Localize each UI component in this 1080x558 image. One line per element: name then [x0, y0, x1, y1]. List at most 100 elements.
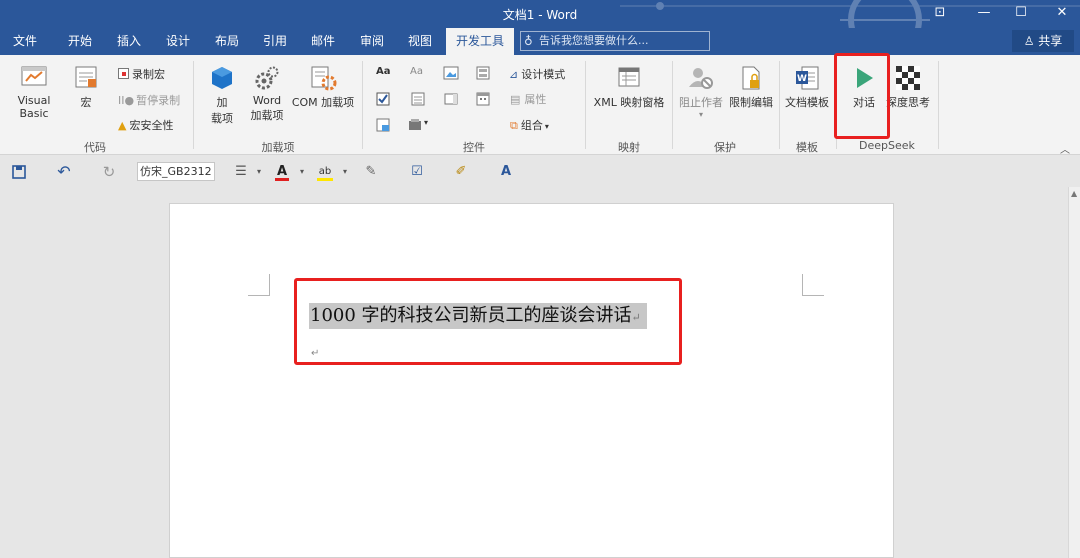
group-label-addins: 加载项	[261, 141, 295, 154]
tab-mailings[interactable]: 邮件	[304, 28, 342, 55]
tab-design[interactable]: 设计	[159, 28, 197, 55]
tab-file[interactable]: 文件	[6, 28, 44, 55]
chevron-down-icon[interactable]: ▾	[293, 163, 311, 181]
share-button[interactable]: ♙ 共享	[1012, 30, 1074, 52]
group-separator	[193, 61, 194, 149]
tab-insert[interactable]: 插入	[110, 28, 148, 55]
person-icon: ♙	[1023, 34, 1035, 48]
format-painter-icon[interactable]: ✐	[452, 163, 470, 181]
record-macro-button[interactable]: 录制宏	[118, 66, 165, 82]
chevron-down-icon[interactable]: ▾	[250, 163, 268, 181]
ribbon-display-options-button[interactable]: ⊡	[918, 0, 962, 28]
vertical-scrollbar[interactable]: ▲	[1068, 187, 1080, 558]
visual-basic-icon	[21, 66, 47, 86]
design-mode-button[interactable]: ⊿ 设计模式	[509, 66, 565, 82]
picture-control-icon[interactable]	[443, 65, 459, 81]
macros-icon	[75, 66, 97, 88]
crop-mark-top-left	[248, 274, 270, 296]
group-separator	[779, 61, 780, 149]
checkbox-control-icon[interactable]	[375, 91, 391, 107]
bullet-list-icon[interactable]: ☰	[232, 163, 250, 181]
group-label-mapping: 映射	[618, 141, 640, 154]
properties-button[interactable]: ▤ 属性	[510, 91, 546, 107]
highlight-box-text	[294, 278, 682, 365]
gear-icon	[255, 66, 279, 90]
com-addins-icon	[311, 66, 337, 91]
macro-security-button[interactable]: ▲ 宏安全性	[118, 117, 173, 133]
tab-review[interactable]: 审阅	[353, 28, 391, 55]
tell-me-search-input[interactable]: ♁ 告诉我您想要做什么...	[520, 31, 710, 51]
group-label-deepseek: DeepSeek	[859, 139, 915, 152]
combo-box-control-icon[interactable]	[410, 91, 426, 107]
macros-button[interactable]: 宏	[70, 65, 102, 110]
warning-icon: ▲	[118, 119, 127, 132]
spelling-check-icon[interactable]: A	[497, 163, 515, 181]
ribbon-tabs: 文件 开始 插入 设计 布局 引用 邮件 审阅 视图 开发工具 ♁ 告诉我您想要…	[0, 28, 1080, 55]
ribbon-developer: Visual Basic 宏 录制宏 II● 暂停录制 ▲ 宏安全性 代码 加 载项	[0, 53, 1080, 156]
edit-document-icon[interactable]: ✎	[362, 163, 380, 181]
chevron-down-icon: ▾	[698, 110, 703, 119]
scroll-up-icon[interactable]: ▲	[1071, 189, 1077, 198]
redo-icon[interactable]: ↻	[100, 163, 118, 181]
legacy-tools-icon[interactable]	[408, 117, 424, 133]
group-label-code: 代码	[84, 141, 106, 154]
highlight-box-chat	[834, 53, 890, 139]
maximize-button[interactable]: ☐	[999, 0, 1043, 28]
building-block-icon[interactable]	[475, 65, 491, 81]
date-picker-control-icon[interactable]	[475, 91, 491, 107]
share-label: 共享	[1038, 34, 1063, 48]
group-label-templates: 模板	[796, 141, 818, 154]
tab-view[interactable]: 视图	[401, 28, 439, 55]
restrict-editing-button[interactable]: 限制编辑	[727, 65, 775, 110]
lightbulb-icon: ♁	[524, 34, 533, 48]
addins-icon	[212, 67, 232, 89]
group-label-controls: 控件	[463, 141, 485, 154]
properties-icon: ▤	[510, 93, 521, 106]
group-label-protect: 保护	[714, 141, 736, 154]
group-separator	[938, 61, 939, 149]
legacy-tools-dropdown-icon[interactable]: ▾	[424, 118, 428, 127]
group-button[interactable]: ⧉ 组合 ▾	[510, 117, 549, 133]
block-authors-icon	[689, 68, 713, 89]
checkerboard-icon	[896, 66, 920, 90]
save-icon[interactable]	[10, 163, 28, 181]
close-button[interactable]: ✕	[1040, 0, 1080, 28]
addins-button[interactable]: 加 载项	[202, 65, 242, 126]
undo-icon[interactable]: ↶	[55, 163, 73, 181]
crop-mark-top-right	[802, 274, 824, 296]
word-document-icon: W	[796, 66, 819, 90]
group-separator	[585, 61, 586, 149]
tab-layout[interactable]: 布局	[208, 28, 246, 55]
check-document-icon[interactable]: ☑	[408, 163, 426, 181]
tab-developer[interactable]: 开发工具	[446, 28, 514, 55]
pause-recording-button[interactable]: II● 暂停录制	[118, 92, 180, 108]
collapse-ribbon-icon[interactable]: ︿	[1060, 141, 1070, 156]
tab-home[interactable]: 开始	[61, 28, 99, 55]
plain-text-control-button[interactable]: Aa	[410, 66, 423, 77]
com-addins-button[interactable]: COM 加载项	[290, 65, 356, 110]
rich-text-control-button[interactable]: Aa	[376, 66, 391, 77]
tell-me-placeholder: 告诉我您想要做什么...	[539, 34, 649, 47]
font-name-box[interactable]: 仿宋_GB2312	[137, 162, 215, 181]
chevron-down-icon[interactable]: ▾	[336, 163, 354, 181]
xml-mapping-pane-button[interactable]: XML 映射窗格	[590, 65, 668, 110]
group-separator	[362, 61, 363, 149]
repeating-section-icon[interactable]	[375, 117, 391, 133]
block-authors-button[interactable]: 阻止作者 ▾	[677, 65, 725, 119]
design-mode-icon: ⊿	[509, 68, 519, 81]
visual-basic-button[interactable]: Visual Basic	[2, 65, 66, 120]
document-template-button[interactable]: W 文档模板	[783, 65, 831, 110]
pause-icon: II●	[118, 94, 135, 107]
xml-mapping-icon	[618, 67, 640, 87]
document-page[interactable]	[169, 203, 894, 558]
group-separator	[672, 61, 673, 149]
deepseek-deep-think-button[interactable]: 深度思考	[884, 65, 932, 110]
record-macro-icon	[118, 68, 129, 79]
word-addins-button[interactable]: Word 加载项	[247, 65, 287, 123]
lock-icon	[742, 66, 760, 90]
font-color-icon[interactable]: A	[273, 163, 291, 181]
highlight-color-icon[interactable]: ab	[316, 163, 334, 181]
tab-references[interactable]: 引用	[256, 28, 294, 55]
dropdown-control-icon[interactable]	[443, 91, 459, 107]
chevron-down-icon: ▾	[544, 122, 549, 131]
